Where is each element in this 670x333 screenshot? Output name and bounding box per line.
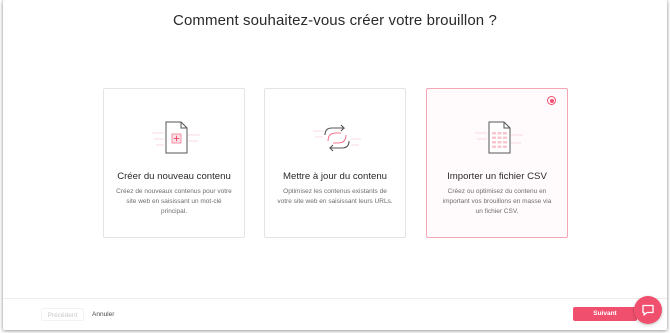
page-title: Comment souhaitez-vous créer votre broui… (173, 12, 497, 29)
option-card-update-content[interactable]: Mettre à jour du contenu Optimisez les c… (264, 88, 406, 238)
option-card-import-csv[interactable]: Importer un fichier CSV Créez ou optimis… (426, 88, 568, 238)
card-description: Optimisez les contenus existants de votr… (277, 188, 393, 205)
wizard-footer: Précédent Annuler Suivant (3, 298, 667, 330)
new-document-icon (150, 119, 202, 157)
option-card-new-content[interactable]: Créer du nouveau contenu Créez de nouvea… (103, 88, 245, 238)
card-title: Mettre à jour du contenu (283, 171, 387, 182)
chat-button[interactable] (634, 296, 662, 324)
card-description: Créez ou optimisez du contenu en importa… (442, 188, 552, 215)
previous-button[interactable]: Précédent (41, 308, 84, 321)
card-title: Importer un fichier CSV (447, 171, 547, 182)
refresh-arrows-icon (311, 119, 363, 157)
csv-file-icon (473, 119, 525, 157)
chat-bubble-icon (642, 304, 654, 316)
next-button[interactable]: Suivant (573, 307, 637, 321)
wizard-panel: Comment souhaitez-vous créer votre broui… (3, 0, 667, 330)
cancel-button[interactable]: Annuler (92, 308, 114, 321)
card-description: Créez de nouveaux contenus pour votre si… (116, 188, 232, 215)
card-title: Créer du nouveau contenu (117, 171, 231, 182)
selected-radio[interactable] (547, 96, 556, 105)
